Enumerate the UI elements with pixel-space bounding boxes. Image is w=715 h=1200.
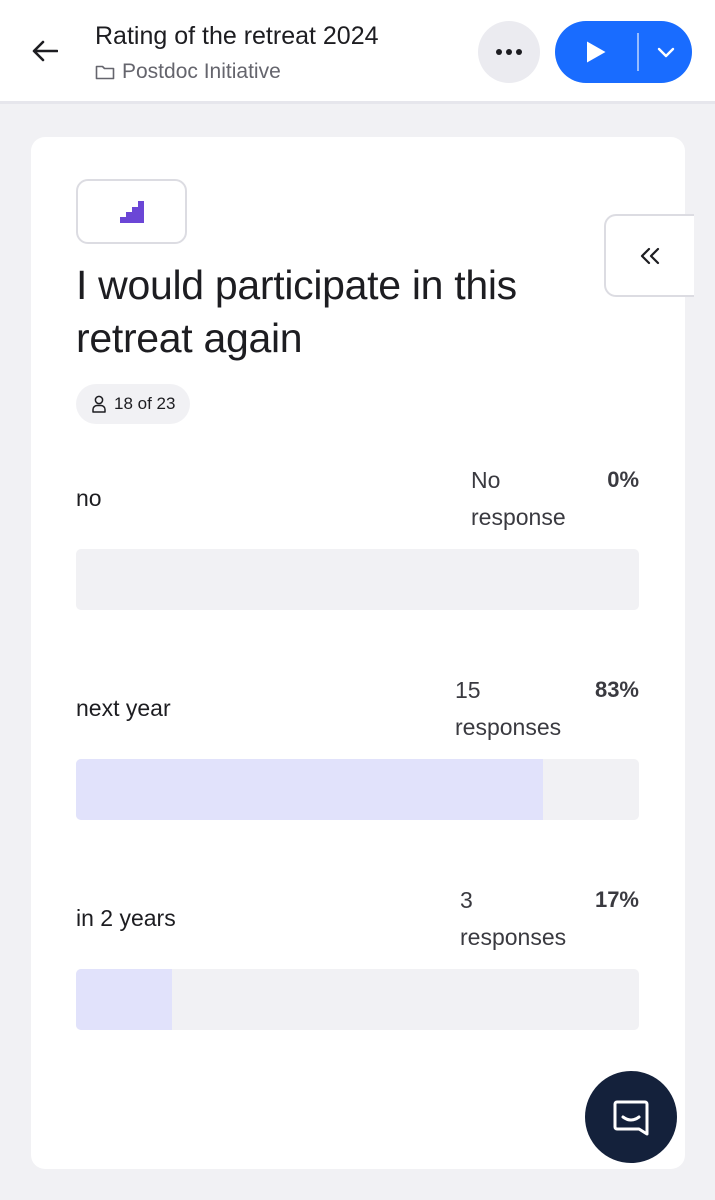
present-button[interactable] bbox=[555, 21, 692, 83]
response-count-unit: responses bbox=[460, 924, 567, 950]
option-label: no bbox=[76, 485, 102, 511]
option-percent: 0% bbox=[607, 467, 639, 492]
response-count-value: No bbox=[471, 467, 501, 493]
option-percent: 83% bbox=[594, 677, 639, 702]
results-card: I would participate in this retreat agai… bbox=[31, 137, 694, 1169]
presentation-title: Rating of the retreat 2024 bbox=[95, 22, 379, 50]
chat-launcher-button[interactable] bbox=[585, 1071, 677, 1163]
present-options-button[interactable] bbox=[639, 21, 692, 83]
double-chevron-left-icon bbox=[640, 247, 660, 264]
option-label: in 2 years bbox=[76, 905, 176, 931]
chevron-down-icon bbox=[657, 47, 674, 57]
option-response-count: No response bbox=[471, 462, 601, 536]
chat-icon bbox=[613, 1100, 649, 1136]
question-title: I would participate in this retreat agai… bbox=[76, 262, 517, 361]
scales-icon bbox=[119, 200, 144, 223]
more-dots-icon bbox=[496, 49, 522, 55]
response-count-unit: response bbox=[471, 504, 566, 530]
option-bar-track bbox=[76, 969, 639, 1030]
option-bar-track bbox=[76, 759, 639, 820]
play-icon bbox=[587, 41, 606, 63]
folder-name: Postdoc Initiative bbox=[122, 60, 281, 83]
option-percent: 17% bbox=[594, 887, 639, 912]
option-result: next year 15 responses 83% bbox=[76, 672, 639, 822]
question-type-badge bbox=[76, 179, 187, 244]
person-icon bbox=[92, 395, 106, 413]
option-result: no No response 0% bbox=[76, 462, 639, 612]
option-bar-fill bbox=[76, 759, 544, 820]
option-bar-track bbox=[76, 549, 639, 610]
folder-icon bbox=[95, 65, 115, 80]
response-count-unit: responses bbox=[455, 714, 562, 740]
back-button[interactable] bbox=[22, 28, 68, 74]
option-response-count: 3 responses bbox=[460, 882, 590, 956]
response-count-value: 15 bbox=[455, 677, 481, 703]
more-options-button[interactable] bbox=[478, 21, 540, 83]
option-bar-fill bbox=[76, 969, 172, 1030]
response-count-value: 3 bbox=[460, 887, 473, 913]
respondent-count: 18 of 23 bbox=[114, 394, 176, 413]
respondent-count-badge: 18 of 23 bbox=[76, 384, 191, 424]
present-play-button[interactable] bbox=[555, 21, 637, 83]
collapse-panel-button[interactable] bbox=[604, 214, 694, 297]
option-response-count: 15 responses bbox=[455, 672, 585, 746]
arrow-left-icon bbox=[32, 40, 58, 62]
top-bar: Rating of the retreat 2024 Postdoc Initi… bbox=[0, 0, 715, 104]
folder-breadcrumb[interactable]: Postdoc Initiative bbox=[95, 60, 281, 84]
option-result: in 2 years 3 responses 17% bbox=[76, 882, 639, 1032]
option-label: next year bbox=[76, 695, 171, 721]
